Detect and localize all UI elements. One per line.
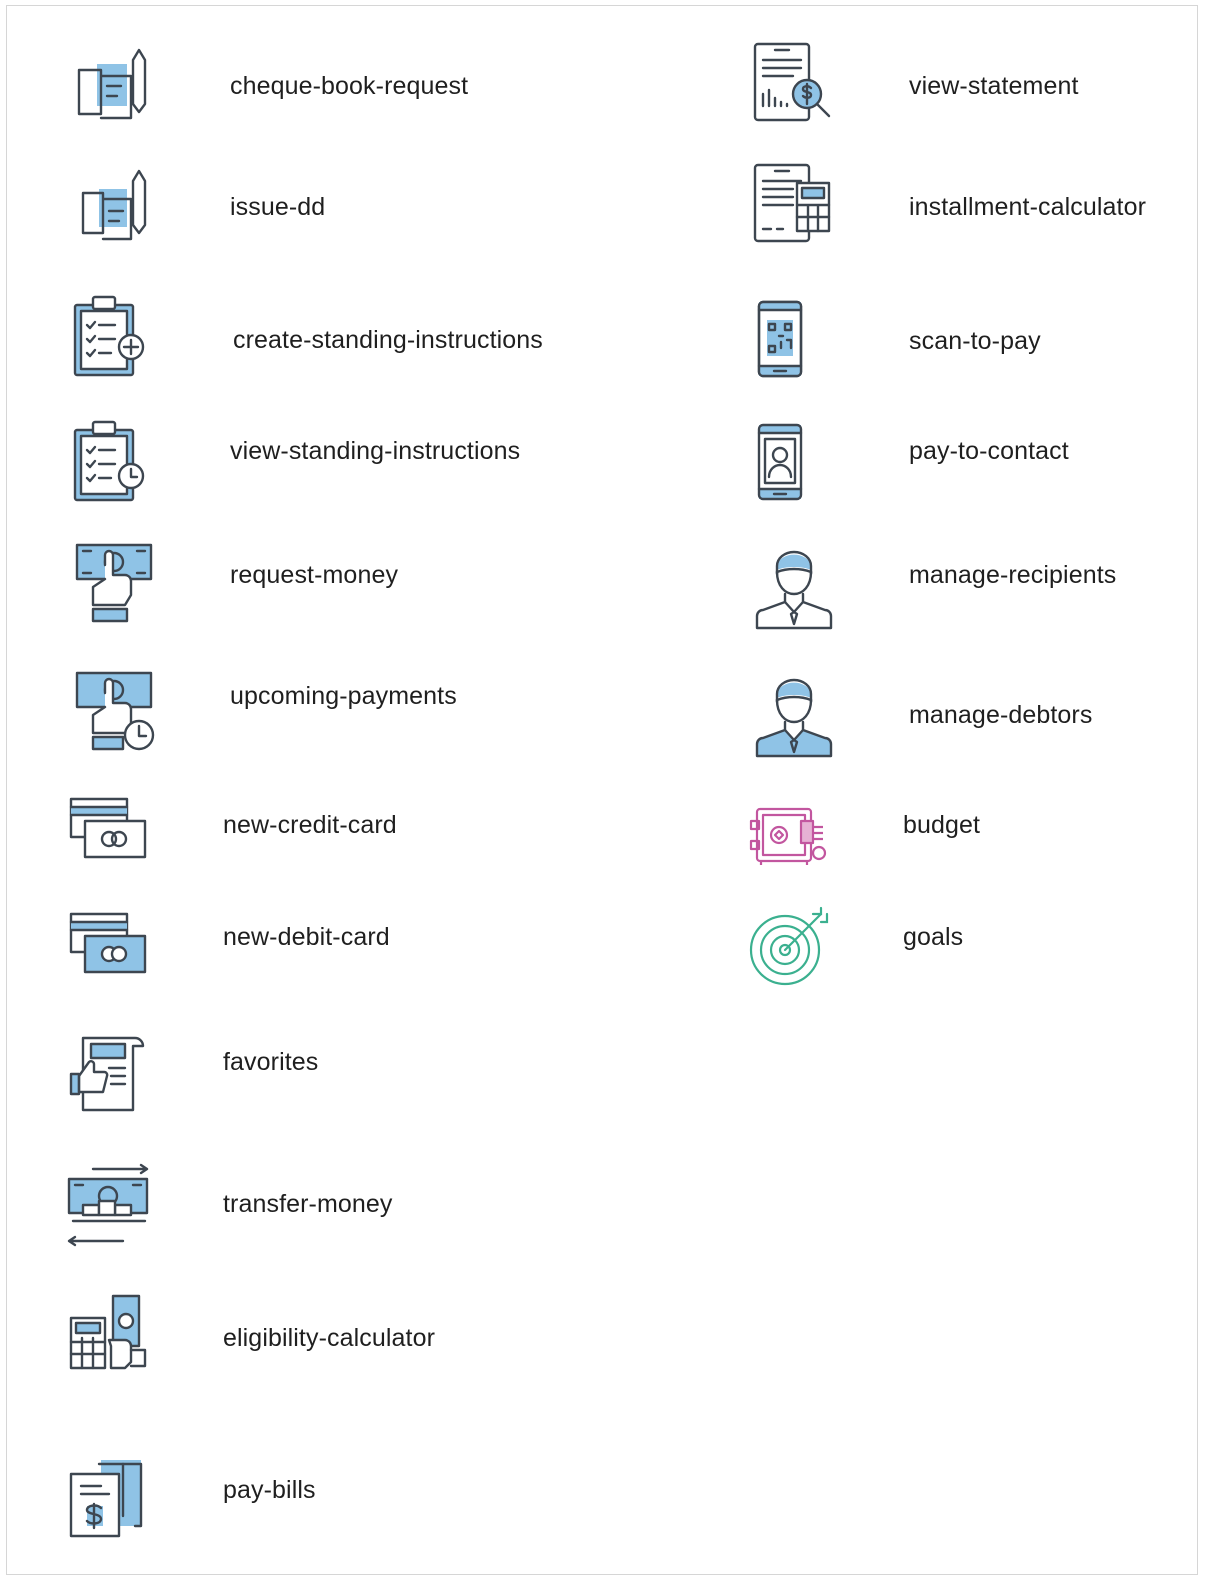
budget-item[interactable]: [743, 791, 833, 881]
clipboard-clock-icon: [73, 420, 145, 502]
clipboard-plus-icon: [73, 295, 145, 377]
icon-sheet: cheque-book-request issue-dd create-stan…: [6, 5, 1198, 1575]
bill-dollar-icon: [69, 1460, 143, 1538]
safe-icon: [749, 807, 827, 865]
upcoming-payments-label: upcoming-payments: [230, 682, 457, 710]
budget-label: budget: [903, 811, 981, 839]
request-money-label: request-money: [230, 561, 399, 589]
cheque-book-icon: [77, 48, 147, 120]
document-calculator-icon: [753, 163, 831, 243]
scan-to-pay-item[interactable]: [735, 296, 825, 386]
cheque-book-request-label: cheque-book-request: [230, 72, 469, 100]
favorites-item[interactable]: [63, 1024, 153, 1114]
eligibility-calculator-item[interactable]: [63, 1290, 153, 1380]
scan-to-pay-label: scan-to-pay: [909, 327, 1041, 355]
statement-magnifier-icon: [753, 42, 831, 122]
pay-to-contact-label: pay-to-contact: [909, 437, 1069, 465]
pay-bills-item[interactable]: [63, 1454, 153, 1544]
issue-dd-label: issue-dd: [230, 193, 326, 221]
new-credit-card-item[interactable]: [63, 789, 153, 879]
transfer-money-label: transfer-money: [223, 1190, 393, 1218]
phone-qr-icon: [757, 300, 803, 378]
new-debit-card-item[interactable]: [63, 904, 153, 994]
installment-calculator-item[interactable]: [749, 161, 839, 251]
view-standing-instructions-label: view-standing-instructions: [230, 437, 521, 465]
pay-to-contact-item[interactable]: [735, 419, 825, 509]
debit-card-icon: [69, 912, 147, 974]
installment-calculator-label: installment-calculator: [909, 193, 1147, 221]
issue-dd-item[interactable]: [69, 161, 159, 251]
request-money-item[interactable]: [69, 539, 159, 629]
new-credit-card-label: new-credit-card: [223, 811, 397, 839]
manage-recipients-label: manage-recipients: [909, 561, 1117, 589]
create-standing-instructions-item[interactable]: [69, 291, 159, 381]
demand-draft-icon: [81, 169, 147, 241]
hand-cash-clock-icon: [75, 671, 155, 751]
cheque-book-request-item[interactable]: [69, 40, 159, 130]
manage-debtors-item[interactable]: [749, 674, 839, 764]
goals-label: goals: [903, 923, 964, 951]
favorites-label: favorites: [223, 1048, 319, 1076]
manage-recipients-item[interactable]: [749, 546, 839, 636]
upcoming-payments-item[interactable]: [69, 667, 159, 757]
thumbs-up-receipt-icon: [69, 1036, 145, 1112]
calculator-cash-icon: [69, 1294, 147, 1370]
person-outline-icon: [755, 550, 833, 630]
new-debit-card-label: new-debit-card: [223, 923, 390, 951]
view-statement-item[interactable]: [749, 40, 839, 130]
view-standing-instructions-item[interactable]: [69, 416, 159, 506]
create-standing-instructions-label: create-standing-instructions: [233, 326, 543, 354]
view-statement-label: view-statement: [909, 72, 1079, 100]
pay-bills-label: pay-bills: [223, 1476, 316, 1504]
goals-item[interactable]: [743, 904, 833, 994]
credit-card-icon: [69, 797, 147, 859]
person-filled-icon: [755, 678, 833, 758]
hand-cash-icon: [75, 543, 153, 623]
transfer-money-item[interactable]: [63, 1161, 153, 1251]
eligibility-calculator-label: eligibility-calculator: [223, 1324, 436, 1352]
transfer-arrows-icon: [67, 1163, 149, 1247]
manage-debtors-label: manage-debtors: [909, 701, 1093, 729]
target-icon: [749, 906, 829, 986]
phone-contact-icon: [757, 423, 803, 501]
